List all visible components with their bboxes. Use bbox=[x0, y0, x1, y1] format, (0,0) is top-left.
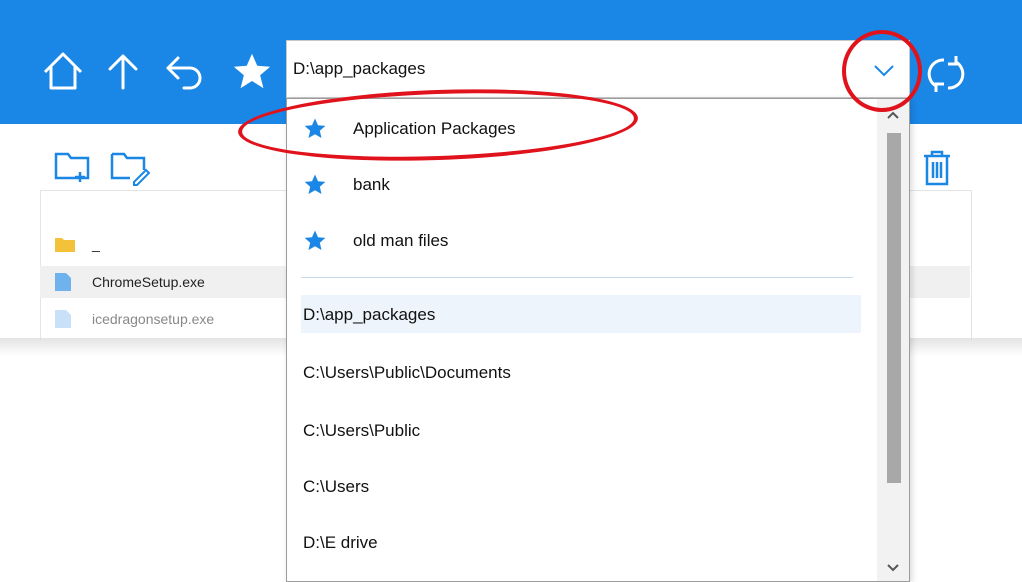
file-name: ChromeSetup.exe bbox=[92, 274, 205, 290]
recent-path-label: C:\Users\Public bbox=[303, 421, 421, 440]
new-folder-icon[interactable] bbox=[52, 146, 94, 188]
favorite-label: old man files bbox=[353, 231, 449, 250]
dropdown-scrollbar[interactable] bbox=[877, 99, 909, 581]
home-icon[interactable] bbox=[40, 48, 86, 94]
folder-icon bbox=[54, 234, 76, 254]
highlight-ring-dropdown bbox=[842, 30, 922, 112]
star-icon bbox=[303, 173, 327, 197]
refresh-icon[interactable] bbox=[922, 50, 970, 98]
recent-path-item[interactable]: D:\app_packages bbox=[301, 295, 861, 333]
dropdown-separator bbox=[301, 277, 853, 278]
recent-path-item[interactable]: C:\Users\Public\Documents bbox=[301, 353, 861, 391]
address-value[interactable]: D:\app_packages bbox=[293, 59, 425, 79]
file-name: icedragonsetup.exe bbox=[92, 311, 215, 327]
delete-icon[interactable] bbox=[916, 146, 958, 188]
recent-path-item[interactable]: C:\Users\Public bbox=[301, 411, 861, 449]
file-icon bbox=[54, 309, 72, 329]
favorite-item[interactable]: old man files bbox=[303, 221, 853, 261]
back-icon[interactable] bbox=[160, 48, 206, 94]
address-dropdown: Application Packages bank old man files … bbox=[286, 98, 910, 582]
recent-path-item[interactable]: C:\Users bbox=[301, 467, 861, 505]
recent-path-label: C:\Users\Public\Documents bbox=[303, 363, 511, 382]
recent-path-label: D:\E drive bbox=[303, 533, 378, 552]
up-arrow-icon[interactable] bbox=[100, 48, 146, 94]
recent-path-label: D:\app_packages bbox=[303, 305, 436, 324]
scrollbar-thumb[interactable] bbox=[887, 133, 901, 483]
rename-folder-icon[interactable] bbox=[108, 146, 151, 188]
star-icon bbox=[303, 229, 327, 253]
favorites-star-icon[interactable] bbox=[230, 48, 274, 94]
file-name: _ bbox=[92, 236, 100, 252]
recent-path-item[interactable]: D:\E drive bbox=[301, 523, 861, 561]
favorite-item[interactable]: bank bbox=[303, 165, 853, 205]
favorite-label: bank bbox=[353, 175, 390, 194]
address-bar[interactable]: D:\app_packages bbox=[286, 40, 910, 98]
scroll-down-icon[interactable] bbox=[883, 557, 903, 577]
recent-path-label: C:\Users bbox=[303, 477, 370, 496]
file-icon bbox=[54, 272, 72, 292]
